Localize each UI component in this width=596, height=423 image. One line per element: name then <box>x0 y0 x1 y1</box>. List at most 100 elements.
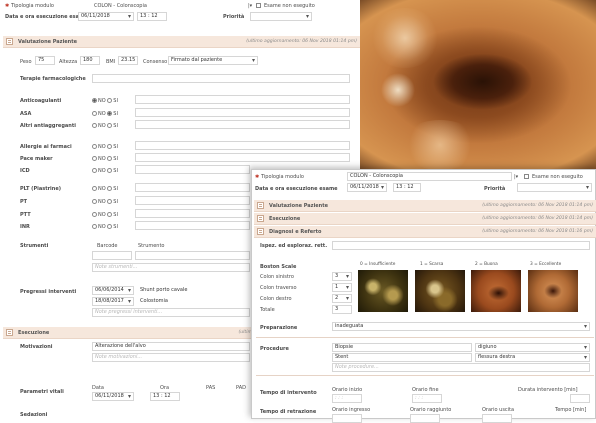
icd-note[interactable] <box>135 165 250 174</box>
consenso-select[interactable]: Firmato dal paziente <box>168 56 258 65</box>
motivazioni-input[interactable]: Alterazione dell'alvo <box>92 342 250 351</box>
asa-note[interactable] <box>135 108 350 117</box>
anticoagulanti-radio[interactable]: NO SI <box>92 98 118 104</box>
parametri-label: Parametri vitali <box>20 389 64 395</box>
preg2-text[interactable]: Colostomia <box>137 297 250 306</box>
icd-radio[interactable]: NO SI <box>92 168 118 174</box>
boston-scale-2: 2 = Buona <box>475 262 498 267</box>
boston-scale-3: 3 = Eccellente <box>530 262 562 267</box>
altezza-input[interactable]: 180 <box>80 56 100 65</box>
orario-inizio-label: Orario inizio <box>332 387 363 393</box>
note-procedure[interactable]: Note procedure... <box>332 363 590 372</box>
anticoagulanti-label: Anticoagulanti <box>20 98 62 104</box>
ispez-input[interactable] <box>332 241 590 250</box>
esame-non-eseguito-label: Esame non eseguito <box>532 174 583 180</box>
boston-row-select[interactable]: 1 <box>332 283 352 292</box>
section-valutazione[interactable]: Valutazione Paziente (ultimo aggiornamen… <box>254 200 596 212</box>
data-ora-label: Data e ora esecuzione esame <box>255 186 338 192</box>
pacemaker-radio[interactable]: NO SI <box>92 156 118 162</box>
tempo-retrazione-label: Tempo di retrazione <box>260 409 317 415</box>
valutazione-title: Valutazione Paziente <box>18 39 78 45</box>
boston-image-3 <box>528 270 578 312</box>
proc1-site-select[interactable]: digiuno <box>475 343 590 352</box>
inr-radio[interactable]: NO SI <box>92 224 118 230</box>
ptt-radio[interactable]: NO SI <box>92 212 118 218</box>
ispez-label: Ispez. ed esploraz. rett. <box>260 243 328 249</box>
priorita-label: Priorità <box>223 14 245 20</box>
barcode-input[interactable] <box>92 251 132 260</box>
asa-radio[interactable]: NO SI <box>92 111 118 117</box>
date-input[interactable]: 06/11/2018 <box>347 183 387 192</box>
ptt-note[interactable] <box>135 209 250 218</box>
inr-note[interactable] <box>135 221 250 230</box>
antiaggreganti-radio[interactable]: NO SI <box>92 123 118 129</box>
pv-date-input[interactable]: 06/11/2018 <box>92 392 134 401</box>
note-strumenti[interactable]: Note strumenti... <box>92 263 250 272</box>
allergie-note[interactable] <box>135 141 350 150</box>
esecuzione-title: Esecuzione <box>18 330 50 336</box>
icd-label: ICD <box>20 168 30 174</box>
section-diagnosi[interactable]: Diagnosi e Referto (ultimo aggiornamento… <box>254 226 596 238</box>
allergie-radio[interactable]: NO SI <box>92 144 118 150</box>
orario-fine-input[interactable]: : : : <box>412 394 442 403</box>
procedure-label: Procedure <box>260 346 289 352</box>
pt-note[interactable] <box>135 196 250 205</box>
preparazione-select[interactable]: inadeguata <box>332 322 590 331</box>
terapie-input[interactable] <box>92 74 350 83</box>
time-input[interactable]: 13 : 12 <box>137 12 167 21</box>
peso-label: Peso <box>20 59 32 65</box>
valutazione-header[interactable]: Valutazione Paziente (ultimo aggiornamen… <box>3 36 360 48</box>
tipologia-dropdown-icon[interactable]: |▾ <box>248 4 252 9</box>
proc2-site-select[interactable]: flessura destra <box>475 353 590 362</box>
plt-label: PLT (Piastrine) <box>20 186 61 192</box>
priorita-select[interactable] <box>517 183 592 192</box>
boston-row-label: Colon destro <box>260 296 292 302</box>
orario-raggiunto-label: Orario raggiunto <box>410 407 452 413</box>
pt-radio[interactable]: NO SI <box>92 199 118 205</box>
preparazione-label: Preparazione <box>260 325 298 331</box>
barcode-col: Barcode <box>97 243 118 249</box>
tipologia-value[interactable]: COLON - Colonscopia <box>94 4 147 9</box>
preg2-date[interactable]: 18/08/2017 <box>92 297 134 306</box>
note-motivazioni[interactable]: Note motivazioni... <box>92 353 250 362</box>
boston-row-select[interactable]: 2 <box>332 294 352 303</box>
date-input[interactable]: 06/11/2018 <box>78 12 134 21</box>
antiaggreganti-note[interactable] <box>135 120 350 129</box>
orario-inizio-input[interactable]: : : : <box>332 394 362 403</box>
plt-note[interactable] <box>135 183 250 192</box>
pv-time-input[interactable]: 13 : 12 <box>150 392 180 401</box>
orario-ingresso-label: Orario ingresso <box>332 407 371 413</box>
esame-checkbox[interactable] <box>256 3 261 9</box>
asa-label: ASA <box>20 111 32 117</box>
altezza-label: Altezza <box>59 59 78 65</box>
tempo-min-label: Tempo [min] <box>555 407 587 413</box>
note-pregressi[interactable]: Note pregressi interventi... <box>92 308 250 317</box>
boston-row-select[interactable]: 3 <box>332 272 352 281</box>
front-form: ✱ Tipologia modulo COLON - Colonscopia |… <box>251 169 596 423</box>
tipologia-select[interactable]: COLON - Colonscopia <box>347 172 512 181</box>
pacemaker-note[interactable] <box>135 153 350 162</box>
tipologia-dropdown-icon[interactable]: |▾ <box>514 175 518 180</box>
strumento-input[interactable] <box>135 251 250 260</box>
preg1-date[interactable]: 06/06/2014 <box>92 286 134 295</box>
section-icon <box>257 202 264 209</box>
proc2-input[interactable]: Stent <box>332 353 472 362</box>
section-icon <box>257 215 264 222</box>
glare-highlight <box>370 8 440 68</box>
orario-uscita-label: Orario uscita <box>482 407 515 413</box>
preg1-text[interactable]: Shunt porto cavale <box>137 286 250 295</box>
boston-image-2 <box>471 270 521 312</box>
proc1-input[interactable]: Biopsie <box>332 343 472 352</box>
plt-radio[interactable]: NO SI <box>92 186 118 192</box>
pv-data-col: Data <box>92 385 104 391</box>
section-esecuzione[interactable]: Esecuzione (ultimo aggiornamento: 06 Nov… <box>254 213 596 225</box>
ptt-label: PTT <box>20 212 31 218</box>
bmi-input[interactable]: 23.15 <box>118 56 138 65</box>
esame-checkbox[interactable] <box>524 174 529 180</box>
consenso-label: Consenso <box>143 59 168 65</box>
required-marker: ✱ <box>5 3 10 9</box>
time-input[interactable]: 13 : 12 <box>393 183 421 192</box>
priorita-select[interactable] <box>250 12 312 21</box>
peso-input[interactable]: 75 <box>35 56 55 65</box>
anticoagulanti-note[interactable] <box>135 95 350 104</box>
